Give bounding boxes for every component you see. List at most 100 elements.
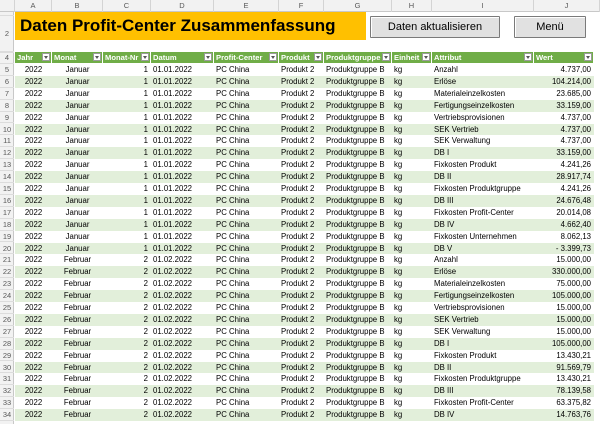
table-cell[interactable]: 8.062,13: [534, 231, 594, 243]
table-cell[interactable]: PC China: [214, 397, 279, 409]
table-cell[interactable]: 2022: [15, 362, 52, 374]
table-cell[interactable]: 01.01.2022: [151, 243, 214, 255]
table-cell[interactable]: 2022: [15, 76, 52, 88]
table-cell[interactable]: Produktgruppe B: [324, 183, 392, 195]
table-cell[interactable]: Februar: [52, 362, 103, 374]
row-number[interactable]: 2: [0, 16, 14, 52]
table-header-cell[interactable]: Produktgruppe: [324, 52, 392, 63]
table-cell[interactable]: 33.159,00: [534, 100, 594, 112]
table-cell[interactable]: 1: [103, 159, 151, 171]
table-cell[interactable]: Produkt 2: [279, 64, 324, 76]
table-cell[interactable]: 2022: [15, 88, 52, 100]
filter-dropdown-icon[interactable]: [524, 53, 532, 61]
table-cell[interactable]: Produkt 2: [279, 338, 324, 350]
table-cell[interactable]: Produktgruppe B: [324, 207, 392, 219]
table-cell[interactable]: Produktgruppe B: [324, 147, 392, 159]
filter-dropdown-icon[interactable]: [422, 53, 430, 61]
table-cell[interactable]: 2: [103, 397, 151, 409]
table-cell[interactable]: Februar: [52, 302, 103, 314]
menu-button[interactable]: Menü: [514, 16, 586, 38]
table-cell[interactable]: 2022: [15, 112, 52, 124]
table-cell[interactable]: PC China: [214, 278, 279, 290]
table-cell[interactable]: Produkt 2: [279, 231, 324, 243]
row-number[interactable]: 4: [0, 52, 14, 64]
table-cell[interactable]: PC China: [214, 254, 279, 266]
table-cell[interactable]: 24.676,48: [534, 195, 594, 207]
table-cell[interactable]: Erlöse: [432, 266, 534, 278]
row-number[interactable]: 21: [0, 254, 14, 267]
table-cell[interactable]: 01.02.2022: [151, 362, 214, 374]
table-cell[interactable]: kg: [392, 290, 432, 302]
table-cell[interactable]: DB III: [432, 385, 534, 397]
table-cell[interactable]: 01.02.2022: [151, 266, 214, 278]
table-cell[interactable]: PC China: [214, 183, 279, 195]
table-cell[interactable]: 1: [103, 219, 151, 231]
row-number[interactable]: 10: [0, 124, 14, 136]
table-cell[interactable]: Produkt 2: [279, 290, 324, 302]
table-cell[interactable]: DB IV: [432, 219, 534, 231]
table-cell[interactable]: kg: [392, 350, 432, 362]
table-cell[interactable]: Januar: [52, 207, 103, 219]
table-cell[interactable]: PC China: [214, 302, 279, 314]
table-cell[interactable]: Produktgruppe B: [324, 278, 392, 290]
table-cell[interactable]: - 3.399,73: [534, 243, 594, 255]
row-number[interactable]: 5: [0, 64, 14, 76]
table-cell[interactable]: Produkt 2: [279, 76, 324, 88]
table-cell[interactable]: Produktgruppe B: [324, 124, 392, 136]
table-cell[interactable]: Produktgruppe B: [324, 397, 392, 409]
table-cell[interactable]: 78.139,58: [534, 385, 594, 397]
row-number[interactable]: 27: [0, 326, 14, 338]
table-cell[interactable]: Produktgruppe B: [324, 100, 392, 112]
row-number[interactable]: 26: [0, 314, 14, 326]
table-cell[interactable]: kg: [392, 112, 432, 124]
table-cell[interactable]: 2: [103, 314, 151, 326]
table-cell[interactable]: 1: [103, 88, 151, 100]
table-cell[interactable]: Produkt 2: [279, 88, 324, 100]
table-cell[interactable]: Produktgruppe B: [324, 195, 392, 207]
table-cell[interactable]: DB III: [432, 195, 534, 207]
table-cell[interactable]: Erlöse: [432, 76, 534, 88]
table-cell[interactable]: Produkt 2: [279, 266, 324, 278]
table-cell[interactable]: 01.02.2022: [151, 409, 214, 421]
table-cell[interactable]: 2: [103, 385, 151, 397]
table-cell[interactable]: PC China: [214, 195, 279, 207]
table-cell[interactable]: Produkt 2: [279, 278, 324, 290]
table-cell[interactable]: kg: [392, 409, 432, 421]
table-cell[interactable]: kg: [392, 159, 432, 171]
row-number[interactable]: 28: [0, 338, 14, 350]
table-cell[interactable]: 13.430,21: [534, 350, 594, 362]
table-cell[interactable]: 2022: [15, 183, 52, 195]
table-cell[interactable]: 2022: [15, 409, 52, 421]
table-cell[interactable]: Produktgruppe B: [324, 373, 392, 385]
table-cell[interactable]: 2022: [15, 266, 52, 278]
table-header-cell[interactable]: Monat: [52, 52, 103, 63]
table-cell[interactable]: Produkt 2: [279, 112, 324, 124]
table-cell[interactable]: 01.02.2022: [151, 302, 214, 314]
table-cell[interactable]: SEK Verwaltung: [432, 326, 534, 338]
table-cell[interactable]: Produkt 2: [279, 373, 324, 385]
column-header-h[interactable]: H: [392, 0, 432, 12]
filter-dropdown-icon[interactable]: [93, 53, 101, 61]
table-cell[interactable]: Produkt 2: [279, 362, 324, 374]
column-header-c[interactable]: C: [103, 0, 151, 12]
table-cell[interactable]: 01.01.2022: [151, 183, 214, 195]
table-cell[interactable]: kg: [392, 135, 432, 147]
table-cell[interactable]: 4.737,00: [534, 64, 594, 76]
table-cell[interactable]: kg: [392, 302, 432, 314]
table-cell[interactable]: 23.685,00: [534, 88, 594, 100]
table-cell[interactable]: kg: [392, 373, 432, 385]
table-cell[interactable]: 2022: [15, 219, 52, 231]
table-cell[interactable]: 2022: [15, 338, 52, 350]
table-cell[interactable]: 01.01.2022: [151, 88, 214, 100]
table-cell[interactable]: Produkt 2: [279, 409, 324, 421]
table-cell[interactable]: 1: [103, 100, 151, 112]
table-cell[interactable]: Produkt 2: [279, 100, 324, 112]
table-cell[interactable]: 2: [103, 362, 151, 374]
table-cell[interactable]: 2022: [15, 397, 52, 409]
table-cell[interactable]: Januar: [52, 100, 103, 112]
table-cell[interactable]: PC China: [214, 112, 279, 124]
table-cell[interactable]: 2022: [15, 207, 52, 219]
table-cell[interactable]: Februar: [52, 254, 103, 266]
table-cell[interactable]: 01.02.2022: [151, 373, 214, 385]
table-cell[interactable]: 2022: [15, 159, 52, 171]
